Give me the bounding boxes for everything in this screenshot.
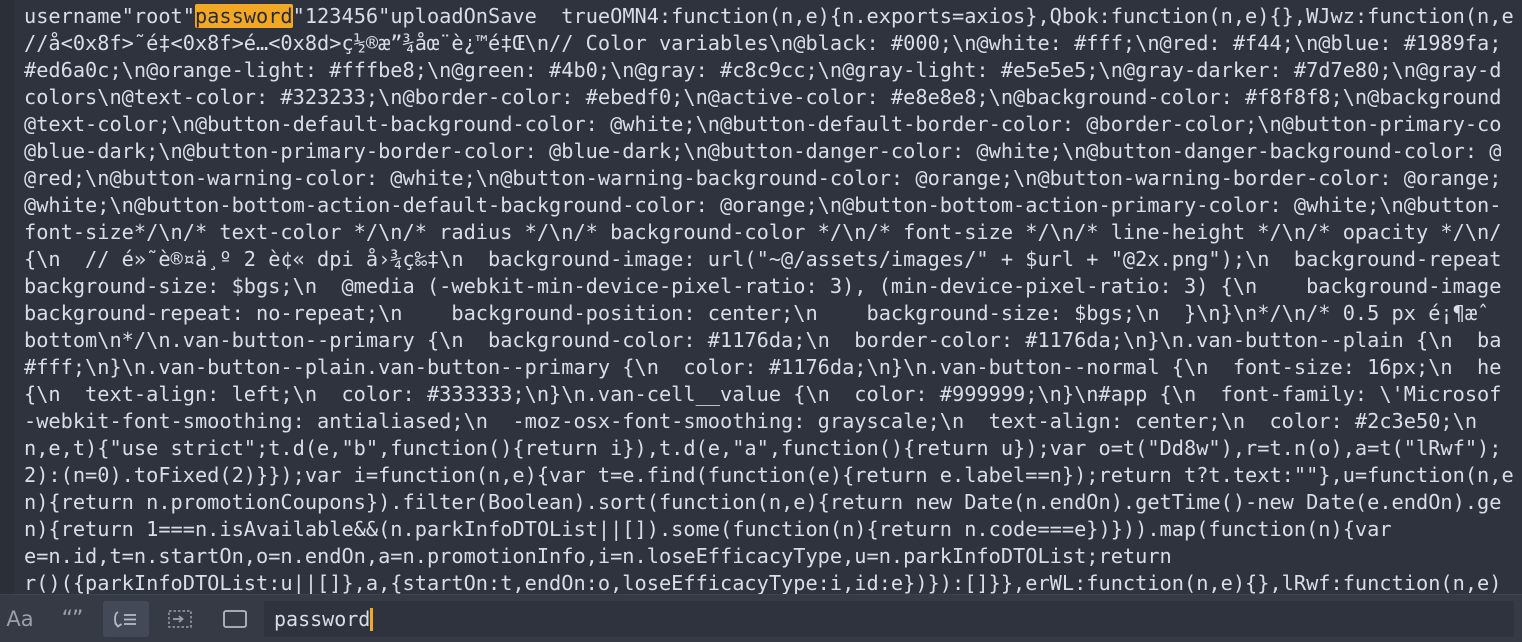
code-line: bottom\n*/\n.van-button--primary {\n bac… xyxy=(24,328,1502,352)
in-selection-toggle[interactable] xyxy=(160,601,200,637)
code-line: r()({parkInfoDTOList:u||[]},a,{startOn:t… xyxy=(24,571,1502,594)
code-line: e=n.id,t=n.startOn,o=n.endOn,a=n.promoti… xyxy=(24,544,1172,568)
code-line: background-size: $bgs;\n @media (-webkit… xyxy=(24,274,1502,298)
code-line: @blue-dark;\n@button-primary-border-colo… xyxy=(24,139,1502,163)
code-line: background-repeat: no-repeat;\n backgrou… xyxy=(24,301,1490,325)
text-caret xyxy=(370,608,373,631)
code-line: //å<0x8f>˜é‡<0x8f>é…<0x8d>ç½®æ”¾åœ¨è¿™é‡… xyxy=(24,31,1502,55)
find-bar: Aa “” xyxy=(0,594,1522,642)
code-line: n){return 1===n.isAvailable&&(n.parkInfo… xyxy=(24,517,1392,541)
case-sensitive-toggle[interactable]: Aa xyxy=(0,601,40,637)
case-sensitive-icon: Aa xyxy=(6,607,34,631)
code-line: 2):(n=0).toFixed(2)}});var i=function(n,… xyxy=(24,463,1514,487)
code-line: username"root"password"123456"uploadOnSa… xyxy=(24,3,1522,30)
code-line: @white;\n@button-bottom-action-default-b… xyxy=(24,193,1502,217)
code-line: n){return n.promotionCoupons}).filter(Bo… xyxy=(24,490,1502,514)
highlight-matches-icon xyxy=(223,610,247,628)
code-editor[interactable]: username"root"password"123456"uploadOnSa… xyxy=(0,0,1522,594)
code-line: colors\n@text-color: #323233;\n@border-c… xyxy=(24,85,1502,109)
code-line: {\n text-align: left;\n color: #333333;\… xyxy=(24,382,1502,406)
code-line: @text-color;\n@button-default-background… xyxy=(24,112,1502,136)
wrap-toggle[interactable] xyxy=(103,601,149,637)
search-match-highlight: password xyxy=(194,4,293,28)
code-line: -webkit-font-smoothing: antialiased;\n -… xyxy=(24,409,1502,433)
code-line: n,e,t){"use strict";t.d(e,"b",function()… xyxy=(24,436,1502,460)
code-view[interactable]: username"root"password"123456"uploadOnSa… xyxy=(24,3,1522,594)
code-line: #fff;\n}\n.van-button--plain.van-button-… xyxy=(24,355,1502,379)
code-line: @red;\n@button-warning-color: @white;\n@… xyxy=(24,166,1502,190)
code-line: {\n // é»˜è®¤ä¸º 2 è¢« dpi å›¾ç‰‡\n back… xyxy=(24,247,1502,271)
code-text: "123456"uploadOnSave trueOMN4:function(n… xyxy=(292,4,1514,28)
wrap-icon xyxy=(114,611,136,628)
code-line: #ed6a0c;\n@orange-light: #fffbe8;\n@gree… xyxy=(24,58,1502,82)
editor-gutter xyxy=(0,0,14,594)
whole-word-icon: “” xyxy=(61,606,84,632)
highlight-matches-toggle[interactable] xyxy=(215,601,255,637)
code-line: font-size*/\n/* text-color */\n/* radius… xyxy=(24,220,1502,244)
code-text: username"root" xyxy=(24,4,195,28)
in-selection-icon xyxy=(168,610,192,628)
find-input[interactable] xyxy=(264,601,1514,637)
whole-word-toggle[interactable]: “” xyxy=(52,601,92,637)
